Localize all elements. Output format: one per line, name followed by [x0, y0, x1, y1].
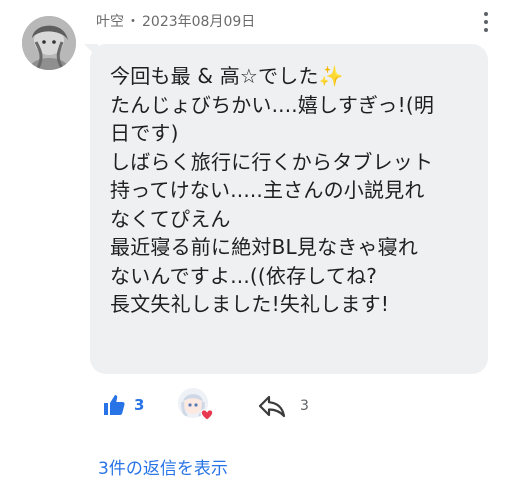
like-count: 3: [134, 396, 145, 414]
reply-count: 3: [300, 398, 309, 414]
author-avatar[interactable]: [22, 16, 76, 70]
reply-button[interactable]: 3: [258, 394, 309, 418]
more-options-button[interactable]: [476, 8, 496, 36]
message-line: 今回も最 & 高☆でした✨: [110, 64, 344, 88]
comment-date: 2023年08月09日: [142, 14, 256, 30]
reply-arrow-icon: [258, 395, 286, 418]
message-line: たんじょびちかい....嬉しすぎっ!(明: [110, 92, 435, 117]
thumbs-up-icon: [104, 395, 125, 415]
header-separator: ・: [126, 14, 140, 30]
message-line: 日です): [110, 121, 179, 145]
creator-reaction[interactable]: [178, 388, 214, 424]
comment-card: 叶空・ 2023年08月09日 今回も最 & 高☆でした✨ たんじょびちかい...…: [0, 0, 512, 500]
comment-bubble: 今回も最 & 高☆でした✨ たんじょびちかい....嬉しすぎっ!(明 日です) …: [90, 44, 488, 374]
avatar-image: [22, 16, 76, 70]
like-button[interactable]: 3: [102, 393, 144, 417]
comment-header: 叶空・ 2023年08月09日: [96, 12, 255, 32]
heart-icon: [200, 409, 214, 422]
more-vertical-icon-dot: [484, 28, 488, 32]
message-line: 最近寝る前に絶対BL見なきゃ寝れ: [110, 235, 419, 259]
view-replies-link[interactable]: 3件の返信を表示: [98, 454, 228, 479]
message-line: しばらく旅行に行くからタブレット: [110, 149, 434, 174]
more-vertical-icon-dot: [484, 20, 488, 24]
more-vertical-icon: [484, 12, 488, 16]
author-name[interactable]: 叶空: [96, 14, 124, 30]
message-line: 長文失礼しました!失礼します!: [110, 292, 390, 316]
message-line: ないんですよ...((依存してね?: [110, 263, 378, 288]
message-line: なくてぴえん: [110, 206, 231, 231]
message-line: 持ってけない.....主さんの小説見れ: [110, 178, 425, 202]
